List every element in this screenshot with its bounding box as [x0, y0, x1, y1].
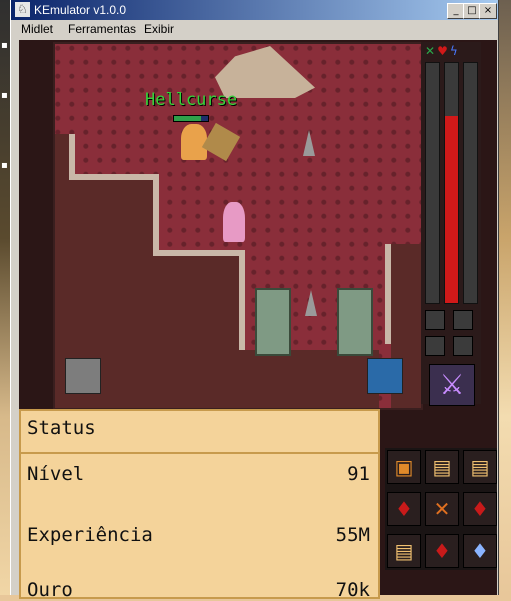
- bar-red-fill: [445, 115, 458, 303]
- wall: [153, 256, 239, 408]
- scroll-icon[interactable]: ▤: [463, 450, 497, 484]
- status-title: Status: [27, 417, 96, 439]
- equipment-slot[interactable]: [453, 336, 473, 356]
- status-panel: Status Nível 91 Experiência 55M Ouro 70k: [19, 409, 380, 601]
- close-button[interactable]: ×: [479, 3, 497, 19]
- stat-label-level: Nível: [27, 463, 85, 485]
- game-map[interactable]: Hellcurse: [53, 42, 423, 410]
- desktop-icon: ▪: [1, 90, 8, 101]
- bar-red: [444, 62, 459, 304]
- hud-icons: ✕ ♥ ϟ: [425, 44, 460, 58]
- desktop-icon: ▪: [1, 160, 8, 171]
- potion-red-icon[interactable]: ♦: [387, 492, 421, 526]
- menu-midlet[interactable]: Midlet: [21, 22, 53, 36]
- stone-spike: [303, 130, 315, 156]
- menu-exibir[interactable]: Exibir: [144, 22, 174, 36]
- app-icon: ♘: [15, 2, 30, 17]
- lightning-icon: ϟ: [449, 44, 458, 58]
- equipment-slot[interactable]: [453, 310, 473, 330]
- player-name: Hellcurse: [145, 90, 238, 110]
- spellbook-icon[interactable]: ▣: [387, 450, 421, 484]
- wall: [239, 350, 379, 408]
- stone-pillar: [255, 288, 291, 356]
- potion-red-icon[interactable]: ♦: [425, 534, 459, 568]
- heart-icon: ♥: [437, 44, 448, 58]
- attack-icon: ✕: [425, 44, 436, 58]
- equipment-slot[interactable]: [425, 310, 445, 330]
- stat-label-gold: Ouro: [27, 579, 73, 601]
- menu-ferramentas[interactable]: Ferramentas: [68, 22, 136, 36]
- enemy-creature[interactable]: [201, 122, 241, 162]
- equipment-slot[interactable]: [425, 336, 445, 356]
- menu-bar: Midlet Ferramentas Exibir: [11, 20, 498, 39]
- hud-panel: ✕ ♥ ϟ ⚔: [421, 42, 481, 406]
- title-bar[interactable]: ♘ KEmulator v1.0.0 _ □ ×: [11, 0, 498, 20]
- wall-edge: [239, 250, 245, 350]
- stat-value-level: 91: [347, 463, 370, 485]
- inventory-grid: ▣ ▤ ▤ ♦ ✕ ♦ ▤ ♦ ♦: [385, 448, 497, 570]
- bar-blue: [463, 62, 478, 304]
- stat-value-gold: 70k: [335, 579, 370, 601]
- weapon-icon[interactable]: ⚔: [429, 364, 475, 406]
- wall-edge: [153, 174, 159, 254]
- divider: [21, 452, 378, 454]
- scroll-icon[interactable]: ▤: [387, 534, 421, 568]
- stone-pillar: [337, 288, 373, 356]
- potion-red-icon[interactable]: ♦: [463, 492, 497, 526]
- stat-label-experience: Experiência: [27, 524, 153, 546]
- stat-value-experience: 55M: [335, 524, 370, 546]
- desktop-icon: ▪: [1, 40, 8, 51]
- wall-edge: [69, 134, 75, 178]
- bar-green: [425, 62, 440, 304]
- map-icon[interactable]: [65, 358, 101, 394]
- scroll-x-icon[interactable]: ✕: [425, 492, 459, 526]
- emulator-window: ♘ KEmulator v1.0.0 _ □ × Midlet Ferramen…: [10, 0, 499, 601]
- npc-character[interactable]: [223, 202, 245, 242]
- skill-icon[interactable]: [367, 358, 403, 394]
- player-character[interactable]: [181, 124, 207, 160]
- player-health-bar: [173, 115, 209, 122]
- potion-blue-icon[interactable]: ♦: [463, 534, 497, 568]
- stone-spike: [305, 290, 317, 316]
- window-title: KEmulator v1.0.0: [34, 3, 127, 17]
- scroll-icon[interactable]: ▤: [425, 450, 459, 484]
- game-screen[interactable]: Hellcurse ✕ ♥ ϟ ⚔ Status Nível 91 Experi…: [19, 40, 497, 601]
